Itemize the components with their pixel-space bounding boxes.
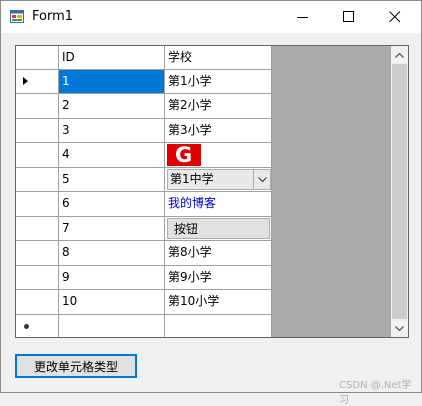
scroll-up-button[interactable] (391, 46, 408, 63)
cell-school-image[interactable]: G (165, 143, 272, 168)
close-icon (389, 11, 401, 23)
row-header[interactable] (16, 217, 59, 241)
cell-school-combobox: 第1中学 (165, 168, 272, 192)
cell-school[interactable]: 第1小学 (165, 70, 272, 94)
cell-id[interactable]: 3 (59, 119, 165, 143)
row-header[interactable] (16, 290, 59, 315)
new-row-cell-school[interactable] (165, 315, 272, 337)
column-header-school[interactable]: 学校 (165, 46, 272, 70)
blog-link[interactable]: 我的博客 (168, 196, 216, 210)
cell-id[interactable]: 2 (59, 94, 165, 119)
watermark-text: CSDN @.Net学习 (339, 380, 412, 406)
cell-id[interactable]: 5 (59, 168, 165, 192)
grid-cells: ID 学校 1 第1小学 2 第2小学 3 第3小学 4 G 5 第1中学 6 … (16, 46, 272, 337)
window-title: Form1 (32, 9, 74, 24)
top-left-header-cell[interactable] (16, 46, 59, 70)
cell-id[interactable]: 1 (59, 70, 165, 94)
column-header-id[interactable]: ID (59, 46, 165, 70)
cell-id[interactable]: 7 (59, 217, 165, 241)
cell-school[interactable]: 第3小学 (165, 119, 272, 143)
cell-id[interactable]: 10 (59, 290, 165, 315)
new-row-icon (24, 324, 29, 329)
title-bar[interactable]: Form1 (1, 1, 421, 33)
scroll-thumb[interactable] (392, 64, 407, 319)
cell-id[interactable]: 8 (59, 241, 165, 266)
new-row-cell-id[interactable] (59, 315, 165, 337)
cell-school[interactable]: 第10小学 (165, 290, 272, 315)
minimize-button[interactable] (280, 1, 326, 33)
school-combobox[interactable]: 第1中学 (167, 169, 271, 190)
row-header[interactable] (16, 143, 59, 168)
row-header[interactable] (16, 266, 59, 290)
row-header[interactable] (16, 168, 59, 192)
row-header-new[interactable] (16, 315, 59, 337)
close-button[interactable] (372, 1, 418, 33)
g-logo-letter: G (175, 143, 193, 167)
cell-id[interactable]: 4 (59, 143, 165, 168)
current-row-arrow-icon (23, 77, 28, 85)
chevron-down-icon (395, 326, 404, 332)
combobox-selected-value: 第1中学 (170, 172, 214, 186)
cell-id[interactable]: 9 (59, 266, 165, 290)
cell-school[interactable]: 第9小学 (165, 266, 272, 290)
change-cell-type-button[interactable]: 更改单元格类型 (15, 354, 137, 378)
form-window-icon (10, 10, 24, 23)
maximize-button[interactable] (326, 1, 372, 33)
cell-school[interactable]: 第8小学 (165, 241, 272, 266)
chevron-up-icon (395, 52, 404, 58)
row-header[interactable] (16, 241, 59, 266)
chevron-down-icon (258, 177, 267, 183)
cell-id[interactable]: 6 (59, 192, 165, 217)
row-header[interactable] (16, 119, 59, 143)
scroll-down-button[interactable] (391, 320, 408, 337)
vertical-scrollbar[interactable] (391, 46, 408, 337)
grid-cell-button[interactable]: 按钮 (167, 218, 270, 239)
row-header-current[interactable] (16, 70, 59, 94)
minimize-icon (297, 17, 308, 18)
form-window: Form1 ID 学校 1 第1小学 2 第2小学 3 第3小学 4 G 5 第… (0, 0, 422, 406)
maximize-icon (343, 11, 354, 22)
cell-school-button: 按钮 (165, 217, 272, 241)
cell-school[interactable]: 第2小学 (165, 94, 272, 119)
cell-school-link: 我的博客 (165, 192, 272, 217)
combobox-dropdown-button[interactable] (253, 170, 270, 189)
row-header[interactable] (16, 192, 59, 217)
g-logo-image: G (167, 143, 201, 167)
row-header[interactable] (16, 94, 59, 119)
data-grid-view[interactable]: ID 学校 1 第1小学 2 第2小学 3 第3小学 4 G 5 第1中学 6 … (15, 45, 409, 338)
